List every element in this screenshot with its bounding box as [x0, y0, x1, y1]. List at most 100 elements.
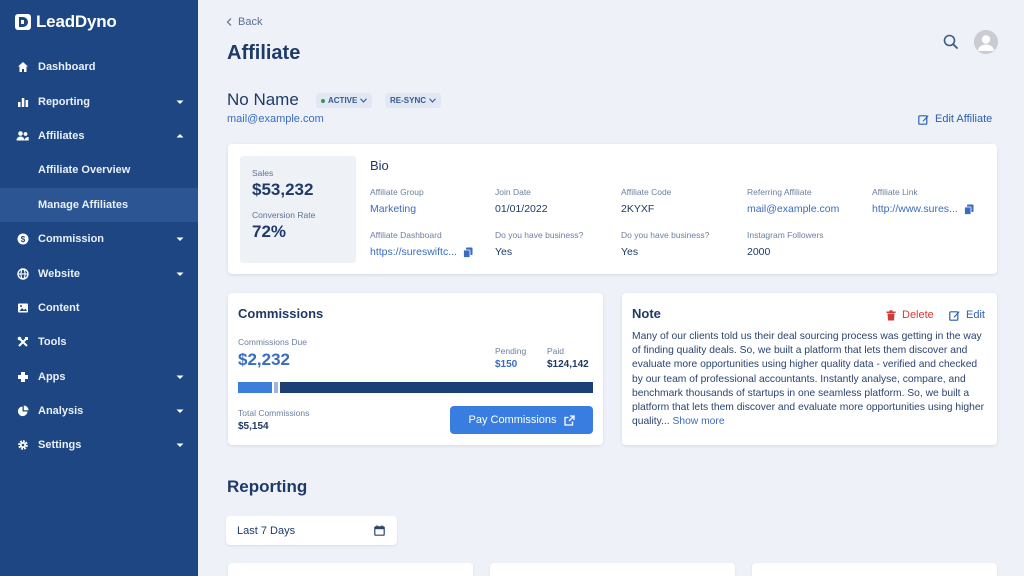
bio-field-value[interactable]: mail@example.com: [747, 203, 839, 215]
caret-up-icon: [176, 133, 184, 138]
sidebar-item-analysis[interactable]: Analysis: [0, 394, 198, 428]
page-title: Affiliate: [227, 42, 301, 64]
bio-field-label: Referring Affiliate: [747, 187, 812, 197]
edit-note-button[interactable]: Edit: [949, 309, 985, 321]
commissions-progress-bar: [238, 382, 593, 393]
date-range-select[interactable]: Last 7 Days: [226, 516, 397, 545]
sidebar-item-label: Commission: [38, 233, 105, 246]
status-dot: [321, 98, 325, 103]
sidebar-item-reporting[interactable]: Reporting: [0, 84, 198, 118]
bio-field-value-text: Yes: [495, 246, 513, 258]
sidebar-subitem-affiliate-overview[interactable]: Affiliate Overview: [0, 153, 198, 187]
bio-field-instagram-followers: Instagram Followers 2000: [747, 230, 824, 258]
sidebar-item-settings[interactable]: Settings: [0, 428, 198, 462]
total-commissions-value: $5,154: [238, 421, 269, 432]
paid-value: $124,142: [547, 359, 589, 370]
bio-field-value-text: 01/01/2022: [495, 203, 548, 215]
reporting-title: Reporting: [227, 477, 308, 496]
chevron-left-icon: [226, 18, 232, 26]
home-icon: [16, 61, 29, 74]
bio-field-join-date: Join Date 01/01/2022: [495, 187, 548, 215]
edit-label: Edit: [966, 309, 985, 321]
report-card: [752, 563, 997, 576]
avatar[interactable]: [974, 30, 998, 54]
bio-field-value-text: Yes: [621, 246, 639, 258]
bio-field-label: Affiliate Code: [621, 187, 672, 197]
sidebar: LeadDyno Dashboard Reporting Affiliates …: [0, 0, 198, 576]
main-content: Back Affiliate No Name ACTIVE RE-SYNC ma…: [198, 0, 1024, 576]
pending-value: $150: [495, 359, 518, 370]
sidebar-subitem-manage-affiliates[interactable]: Manage Affiliates: [0, 187, 198, 222]
sidebar-item-label: Dashboard: [38, 61, 96, 74]
affiliate-email[interactable]: mail@example.com: [227, 113, 324, 125]
progress-pending-segment: [274, 382, 278, 393]
sidebar-nav: Dashboard Reporting Affiliates Affiliate…: [0, 50, 198, 463]
back-link[interactable]: Back: [226, 16, 262, 28]
commissions-title: Commissions: [238, 306, 324, 321]
svg-text:$: $: [20, 235, 25, 244]
affiliate-name: No Name: [227, 90, 299, 109]
sidebar-item-content[interactable]: Content: [0, 291, 198, 325]
sidebar-item-dashboard[interactable]: Dashboard: [0, 50, 198, 84]
sidebar-item-website[interactable]: Website: [0, 256, 198, 290]
bio-field-value-text: 2000: [747, 246, 771, 258]
bio-field-value: 2000: [747, 246, 824, 258]
report-card: [228, 563, 473, 576]
sidebar-item-label: Settings: [38, 439, 82, 452]
bio-field-value: 01/01/2022: [495, 203, 548, 215]
bio-field-value[interactable]: http://www.sures...: [872, 203, 974, 215]
commissions-due-label: Commissions Due: [238, 337, 307, 347]
bio-field-value[interactable]: Marketing: [370, 203, 424, 215]
commissions-card: Commissions Commissions Due $2,232 Pendi…: [228, 293, 603, 445]
bar-chart-icon: [16, 95, 29, 108]
show-more-link[interactable]: Show more: [672, 416, 724, 427]
sidebar-item-label: Analysis: [38, 405, 84, 418]
sidebar-item-apps[interactable]: Apps: [0, 360, 198, 394]
bio-field-value-text: http://www.sures...: [872, 203, 958, 215]
user-avatar-icon: [974, 30, 998, 54]
sidebar-item-affiliates[interactable]: Affiliates: [0, 119, 198, 153]
copy-icon[interactable]: [463, 247, 473, 258]
bio-field-value[interactable]: https://sureswiftc...: [370, 246, 473, 258]
search-icon[interactable]: [942, 33, 960, 51]
bio-field-has-business-2: Do you have business? Yes: [621, 230, 709, 258]
pay-commissions-label: Pay Commissions: [468, 414, 557, 426]
caret-down-icon: [176, 409, 184, 414]
dollar-icon: $: [16, 233, 29, 246]
edit-affiliate-label: Edit Affiliate: [935, 113, 993, 125]
delete-note-button[interactable]: Delete: [886, 309, 934, 321]
resync-badge[interactable]: RE-SYNC: [385, 93, 442, 108]
pending-label: Pending: [495, 346, 527, 356]
status-badge[interactable]: ACTIVE: [316, 93, 373, 108]
bio-field-label: Join Date: [495, 187, 531, 197]
bio-field-value-text: 2KYXF: [621, 203, 655, 215]
copy-icon[interactable]: [963, 204, 974, 215]
bio-title: Bio: [370, 158, 389, 173]
edit-affiliate-button[interactable]: Edit Affiliate: [918, 113, 992, 125]
pay-commissions-button[interactable]: Pay Commissions: [450, 406, 593, 434]
caret-down-icon: [176, 237, 184, 242]
bio-card: Sales $53,232 Conversion Rate 72% Bio Af…: [228, 144, 997, 274]
users-icon: [16, 129, 29, 142]
sidebar-item-label: Affiliates: [38, 129, 85, 142]
resync-badge-label: RE-SYNC: [390, 96, 427, 105]
bio-field-affiliate-code: Affiliate Code 2KYXF: [621, 187, 671, 215]
external-link-icon: [563, 414, 575, 426]
bio-field-value: 2KYXF: [621, 203, 671, 215]
brand-name: LeadDyno: [36, 12, 117, 31]
note-body: Many of our clients told us their deal s…: [632, 331, 985, 428]
brand-logo[interactable]: LeadDyno: [14, 12, 117, 32]
pie-chart-icon: [16, 405, 29, 418]
note-title: Note: [632, 306, 661, 321]
sidebar-item-label: Tools: [38, 336, 67, 349]
chevron-down-icon: [360, 98, 368, 103]
sidebar-item-commission[interactable]: $ Commission: [0, 222, 198, 256]
tools-icon: [16, 336, 29, 349]
total-commissions-label: Total Commissions: [238, 408, 310, 418]
sidebar-item-tools[interactable]: Tools: [0, 325, 198, 359]
bio-field-referring-affiliate: Referring Affiliate mail@example.com: [747, 187, 839, 215]
logo-icon: [15, 14, 31, 30]
sidebar-item-label: Reporting: [38, 95, 90, 108]
bio-field-affiliate-dashboard: Affiliate Dashboard https://sureswiftc..…: [370, 230, 473, 258]
gear-icon: [16, 439, 29, 452]
